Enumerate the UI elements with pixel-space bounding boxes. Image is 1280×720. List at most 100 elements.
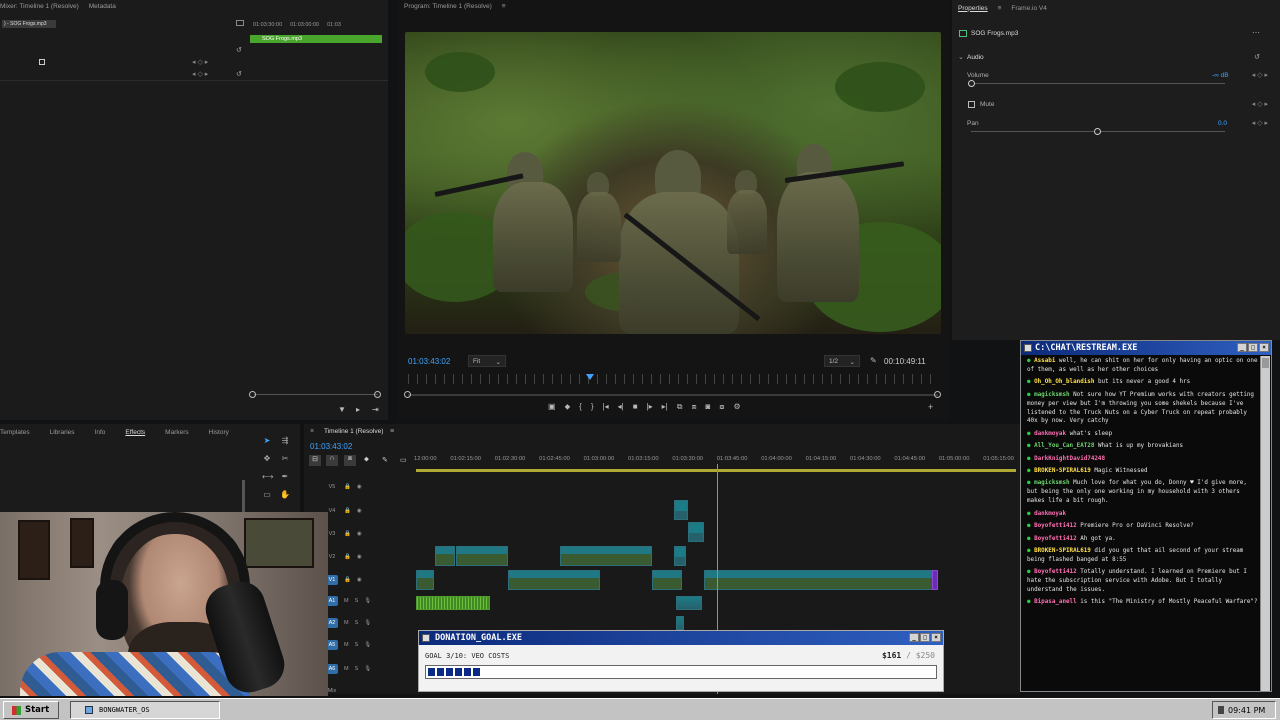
stop-icon[interactable]: ■ xyxy=(633,402,638,412)
marker-icon[interactable]: ⬥ xyxy=(364,456,369,464)
solo-icon[interactable]: S xyxy=(355,666,359,672)
selection-tool-icon[interactable]: ➤ xyxy=(262,436,272,446)
tab-effects[interactable]: Effects xyxy=(125,429,145,436)
lock-icon[interactable]: 🔒 xyxy=(344,577,351,583)
program-video-frame[interactable] xyxy=(405,32,941,334)
program-scrubber[interactable] xyxy=(408,374,938,384)
step-back-icon[interactable]: ◂| xyxy=(618,402,624,412)
mark-in-icon[interactable]: { xyxy=(579,402,582,412)
pen-tool-icon[interactable]: ✒ xyxy=(280,472,290,482)
panel-menu-icon[interactable]: ≡ xyxy=(390,428,394,435)
source-audio-clip[interactable]: SOG Frogs.mp3 xyxy=(250,35,382,43)
eye-icon[interactable]: ◉ xyxy=(357,484,362,490)
video-clip[interactable] xyxy=(704,570,934,590)
snap-icon[interactable]: ⊟ xyxy=(309,455,321,466)
close-icon[interactable]: × xyxy=(310,428,314,435)
scroll-handle-left[interactable] xyxy=(249,391,256,398)
tab-properties[interactable]: Properties xyxy=(958,5,988,12)
video-clip[interactable] xyxy=(688,522,704,542)
properties-section-audio[interactable]: Audio xyxy=(967,54,984,61)
close-icon[interactable]: × xyxy=(931,633,941,642)
video-clip[interactable] xyxy=(508,570,600,590)
taskbar-app-button[interactable]: BONGWATER_OS xyxy=(70,701,220,719)
mute-checkbox[interactable] xyxy=(968,101,975,108)
zoom-select[interactable]: Fit ⌄ xyxy=(468,355,506,367)
ripple-edit-icon[interactable]: ✥ xyxy=(262,454,272,464)
chevron-down-icon[interactable]: ⌄ xyxy=(958,53,964,61)
keyframe-nav-icon[interactable]: ◂ ◇ ▸ xyxy=(192,58,208,66)
camera-icon[interactable]: ◙ xyxy=(706,402,711,412)
slip-tool-icon[interactable]: ⟷ xyxy=(262,472,273,482)
src-scroll-track[interactable] xyxy=(254,394,378,395)
mark-out-icon[interactable]: } xyxy=(591,402,594,412)
solo-icon[interactable]: S xyxy=(355,642,359,648)
track-select-icon[interactable]: ⇶ xyxy=(280,436,290,446)
tab-info[interactable]: Info xyxy=(95,429,106,436)
keyframe-nav-icon[interactable]: ◂ ◇ ▸ xyxy=(1252,71,1268,79)
filter-icon[interactable]: ▼ xyxy=(338,405,346,414)
tab-libraries[interactable]: Libraries xyxy=(50,429,75,436)
add-button-icon[interactable]: + xyxy=(928,402,933,412)
video-clip[interactable] xyxy=(456,546,508,566)
mute-icon[interactable]: M xyxy=(344,620,349,626)
rectangle-tool-icon[interactable]: ▭ xyxy=(262,490,272,500)
playhead-icon[interactable] xyxy=(586,374,594,380)
start-button[interactable]: Start xyxy=(3,701,59,719)
minimize-icon[interactable]: _ xyxy=(1237,343,1247,352)
wrench-icon[interactable]: ✎ xyxy=(382,456,388,464)
video-clip[interactable] xyxy=(932,570,938,590)
audio-clip[interactable] xyxy=(416,596,490,610)
chat-scrollbar[interactable] xyxy=(1260,356,1270,691)
eye-icon[interactable]: ◉ xyxy=(357,531,362,537)
resolution-select[interactable]: 1/2 ⌄ xyxy=(824,355,860,367)
export-icon[interactable]: ⇥ xyxy=(372,405,379,414)
program-timecode[interactable]: 01:03:43:02 xyxy=(408,357,450,366)
scroll-handle-left[interactable] xyxy=(404,391,411,398)
keyframe-nav-icon[interactable]: ◂ ◇ ▸ xyxy=(192,70,208,78)
mute-icon[interactable]: M xyxy=(344,666,349,672)
video-clip[interactable] xyxy=(674,500,688,520)
keyframe-icon[interactable] xyxy=(39,59,45,65)
pan-slider-knob[interactable] xyxy=(1094,128,1101,135)
timeline-ruler[interactable]: 12:00:00 01:02:15:00 01:02:30:00 01:02:4… xyxy=(414,456,1014,468)
timeline-timecode[interactable]: 01:03:43:02 xyxy=(310,442,352,451)
settings-icon[interactable]: ⚙ xyxy=(733,402,740,412)
add-marker-icon[interactable]: ⧈ xyxy=(344,455,356,466)
lock-icon[interactable]: 🔒 xyxy=(344,531,351,537)
eye-icon[interactable]: ◉ xyxy=(357,577,362,583)
video-clip[interactable] xyxy=(560,546,652,566)
tab-frameio[interactable]: Frame.io V4 xyxy=(1011,5,1046,12)
linked-selection-icon[interactable]: ∩ xyxy=(326,455,338,466)
lift-icon[interactable]: ▣ xyxy=(548,402,556,412)
mic-icon[interactable]: 🎙 xyxy=(364,666,371,672)
audio-clip[interactable] xyxy=(676,616,684,630)
maximize-icon[interactable]: □ xyxy=(1248,343,1258,352)
speaker-icon[interactable] xyxy=(1218,706,1224,714)
video-clip[interactable] xyxy=(435,546,455,566)
source-mini-timeline[interactable]: 01:03:30:00 01:03:00:00 01:03 SOG Frogs.… xyxy=(250,22,382,82)
marker-icon[interactable]: ⬥ xyxy=(565,402,571,412)
video-clip[interactable] xyxy=(416,570,434,590)
tab-templates[interactable]: Templates xyxy=(0,429,30,436)
volume-value[interactable]: -∞ dB xyxy=(1212,72,1229,79)
scroll-handle-right[interactable] xyxy=(934,391,941,398)
tab-audio-mixer[interactable]: Mixer: Timeline 1 (Resolve) xyxy=(0,3,79,10)
tab-metadata[interactable]: Metadata xyxy=(89,3,116,10)
step-forward-icon[interactable]: |▸ xyxy=(647,402,653,412)
insert-icon[interactable]: ⧉ xyxy=(677,402,683,412)
panel-menu-icon[interactable]: ≡ xyxy=(998,5,1002,12)
keyframe-nav-icon[interactable]: ◂ ◇ ▸ xyxy=(1252,100,1268,108)
work-area-bar[interactable] xyxy=(416,469,1016,472)
keyframe-nav-icon[interactable]: ◂ ◇ ▸ xyxy=(1252,119,1268,127)
volume-slider[interactable] xyxy=(971,83,1225,84)
program-title[interactable]: Program: Timeline 1 (Resolve) xyxy=(404,3,492,10)
captions-icon[interactable]: ▭ xyxy=(400,456,407,464)
reset-icon[interactable]: ↺ xyxy=(236,46,242,54)
reset-icon[interactable]: ↺ xyxy=(1254,53,1260,61)
mic-icon[interactable]: 🎙 xyxy=(364,598,371,604)
timeline-title[interactable]: Timeline 1 (Resolve) xyxy=(324,428,383,435)
solo-icon[interactable]: S xyxy=(355,598,359,604)
effects-scrollbar[interactable] xyxy=(242,480,245,514)
go-to-out-icon[interactable]: ▸| xyxy=(662,402,668,412)
eye-icon[interactable]: ◉ xyxy=(357,554,362,560)
